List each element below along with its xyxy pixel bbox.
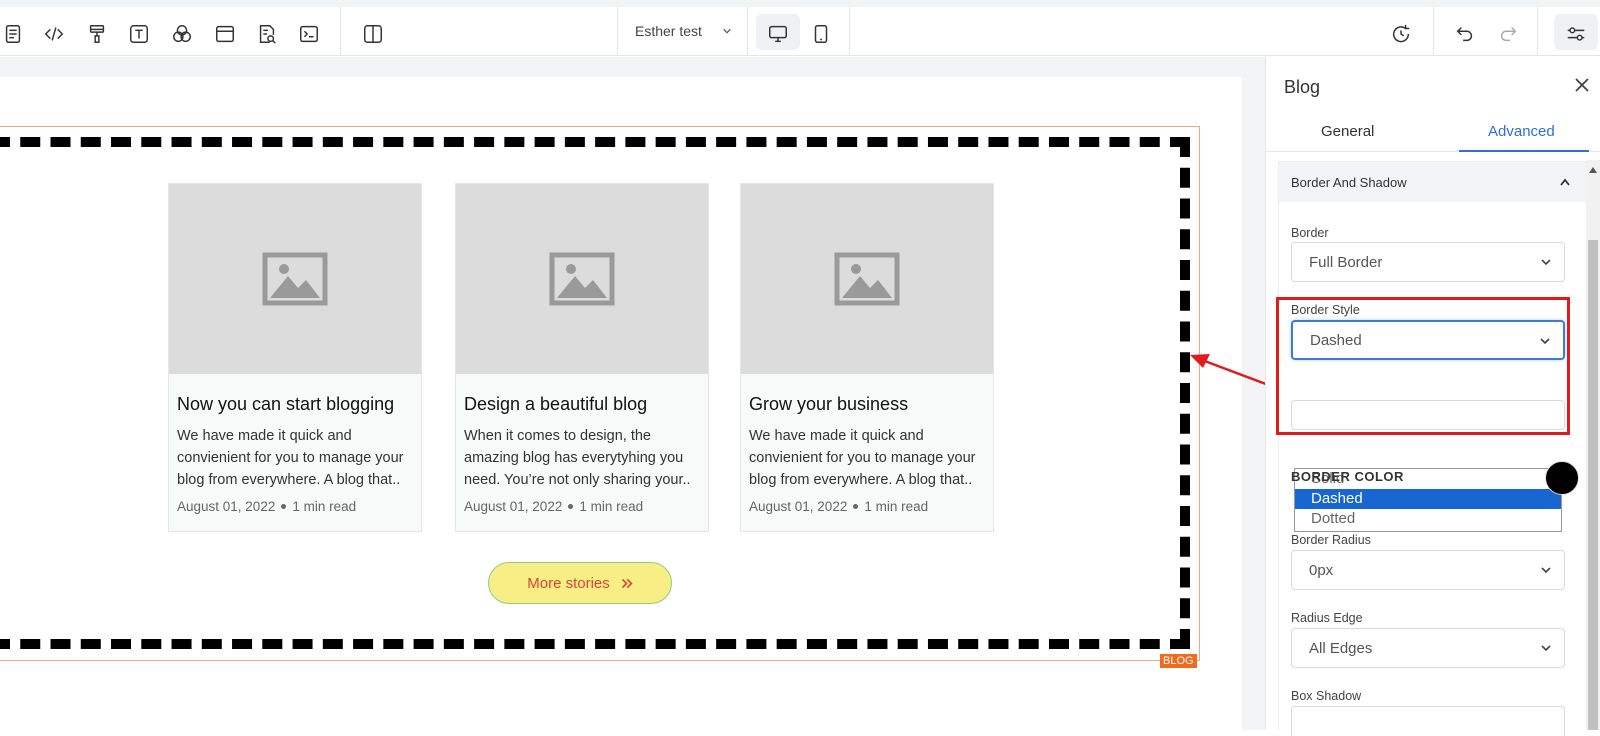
border-and-shadow-section: Border And Shadow Border Full Border Bor…	[1278, 161, 1588, 736]
border-radius-value: 0px	[1309, 561, 1334, 579]
post-date: August 01, 2022	[749, 499, 848, 514]
post-read-time: 1 min read	[292, 499, 357, 514]
radius-edge-label: Radius Edge	[1291, 611, 1363, 625]
border-radius-label: Border Radius	[1291, 533, 1371, 547]
post-read-time: 1 min read	[579, 499, 644, 514]
undo-icon[interactable]	[1452, 21, 1478, 47]
blog-card[interactable]: Design a beautiful blog When it comes to…	[455, 183, 709, 532]
post-date: August 01, 2022	[177, 499, 276, 514]
chevron-down-icon	[1541, 259, 1551, 266]
blog-card[interactable]: Grow your business We have made it quick…	[740, 183, 994, 532]
image-placeholder	[456, 184, 708, 374]
split-view-icon[interactable]	[360, 21, 386, 47]
border-color-label: BORDER COLOR	[1291, 469, 1404, 484]
redo-icon[interactable]	[1495, 21, 1521, 47]
text-icon[interactable]	[126, 21, 152, 47]
image-icon	[262, 252, 328, 306]
post-read-time: 1 min read	[864, 499, 929, 514]
panel-title: Blog	[1284, 77, 1321, 97]
desktop-icon[interactable]	[765, 21, 791, 47]
post-title[interactable]: Grow your business	[749, 394, 985, 415]
option-dotted[interactable]: Dotted	[1295, 509, 1561, 529]
tab-general[interactable]: General	[1321, 123, 1374, 140]
post-excerpt: We have made it quick and convienient fo…	[749, 428, 976, 488]
shapes-icon[interactable]	[169, 21, 195, 47]
chevron-down-icon	[723, 28, 731, 34]
panel-scrollbar[interactable]	[1586, 160, 1600, 730]
toolbar-divider	[747, 7, 748, 55]
form-icon[interactable]	[0, 21, 26, 47]
post-meta: August 01, 2022 1 min read	[177, 499, 413, 514]
chevron-down-icon	[1541, 567, 1551, 574]
double-chevron-right-icon	[621, 578, 633, 588]
image-placeholder	[169, 184, 421, 374]
post-meta: August 01, 2022 1 min read	[464, 499, 700, 514]
history-icon[interactable]	[1388, 21, 1414, 47]
toolbar-divider	[1433, 7, 1434, 55]
border-color-swatch[interactable]	[1545, 461, 1579, 495]
settings-sliders-icon[interactable]	[1563, 21, 1589, 47]
section-header[interactable]: Border And Shadow	[1279, 162, 1587, 202]
separator-dot	[853, 504, 859, 509]
browser-window-icon[interactable]	[212, 21, 238, 47]
project-selector[interactable]: Esther test	[618, 7, 746, 55]
blog-badge: BLOG	[1160, 654, 1197, 668]
separator-dot	[281, 504, 287, 509]
more-stories-label: More stories	[527, 574, 610, 592]
close-icon[interactable]	[1572, 75, 1592, 95]
border-select[interactable]: Full Border	[1291, 242, 1565, 282]
image-icon	[549, 252, 615, 306]
section-title: Border And Shadow	[1291, 175, 1407, 190]
terminal-icon[interactable]	[296, 21, 322, 47]
post-meta: August 01, 2022 1 min read	[749, 499, 985, 514]
code-icon[interactable]	[41, 21, 67, 47]
blog-card[interactable]: Now you can start blogging We have made …	[168, 183, 422, 532]
post-excerpt: When it comes to design, the amazing blo…	[464, 428, 691, 488]
image-icon	[834, 252, 900, 306]
radius-edge-select[interactable]: All Edges	[1291, 628, 1565, 668]
active-tab-indicator	[1459, 150, 1589, 152]
toolbar-divider	[1537, 7, 1538, 55]
paint-brush-icon[interactable]	[84, 21, 110, 47]
panel-tabs: General Advanced	[1266, 115, 1600, 152]
radius-edge-value: All Edges	[1309, 639, 1373, 657]
box-shadow-label: Box Shadow	[1291, 689, 1362, 703]
post-title[interactable]: Now you can start blogging	[177, 394, 413, 415]
chevron-up-icon[interactable]	[1559, 177, 1571, 187]
page-search-icon[interactable]	[254, 21, 280, 47]
option-dashed[interactable]: Dashed	[1295, 489, 1561, 509]
mobile-icon[interactable]	[808, 21, 834, 47]
post-date: August 01, 2022	[464, 499, 563, 514]
separator-dot	[568, 504, 574, 509]
chevron-down-icon	[1541, 645, 1551, 652]
image-placeholder	[741, 184, 993, 374]
toolbar-divider	[849, 7, 850, 55]
tab-advanced[interactable]: Advanced	[1488, 123, 1555, 140]
scrollbar-thumb[interactable]	[1588, 240, 1598, 730]
border-radius-select[interactable]: 0px	[1291, 550, 1565, 590]
post-excerpt: We have made it quick and convienient fo…	[177, 428, 404, 488]
scroll-up-arrow-icon[interactable]	[1588, 166, 1598, 174]
post-title[interactable]: Design a beautiful blog	[464, 394, 700, 415]
box-shadow-select[interactable]	[1291, 706, 1565, 736]
top-toolbar: Esther test	[0, 0, 1600, 56]
toolbar-divider	[340, 7, 341, 55]
project-name: Esther test	[635, 23, 702, 39]
annotation-highlight-box	[1276, 297, 1570, 435]
more-stories-button[interactable]: More stories	[488, 562, 672, 604]
border-value: Full Border	[1309, 253, 1383, 271]
border-label: Border	[1291, 226, 1329, 240]
